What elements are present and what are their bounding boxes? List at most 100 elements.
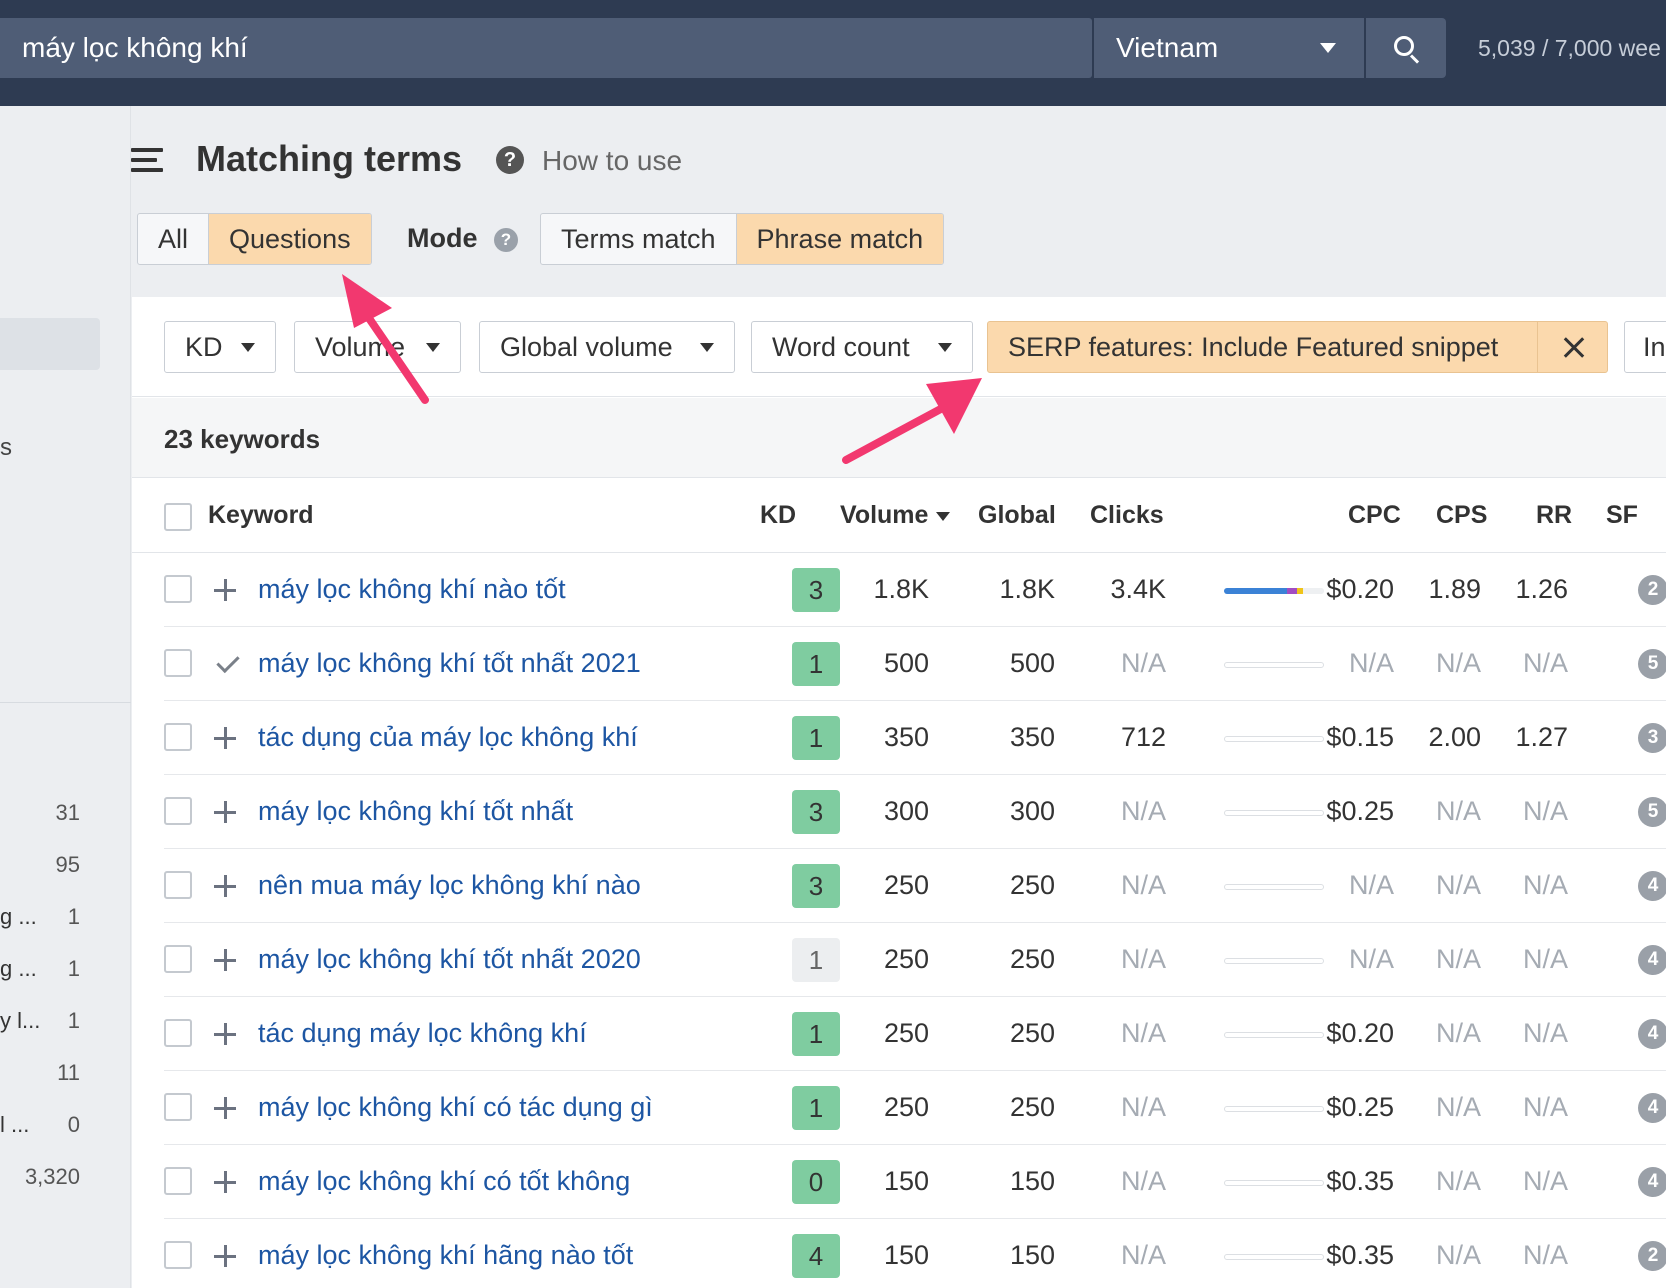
plus-icon[interactable]	[214, 1245, 236, 1267]
how-to-use-link[interactable]: How to use	[542, 145, 682, 177]
sf-count-badge[interactable]: 5	[1638, 649, 1666, 679]
kd-filter-button[interactable]: KD	[164, 321, 276, 373]
close-icon[interactable]	[1537, 322, 1607, 372]
sf-count-badge[interactable]: 4	[1638, 1093, 1666, 1123]
annotation-arrow-questions	[342, 274, 429, 404]
plus-icon[interactable]	[214, 1171, 236, 1193]
sf-count-badge[interactable]: 4	[1638, 945, 1666, 975]
cell-clicks: N/A	[1120, 648, 1166, 678]
sidebar-stat-count: 1	[67, 956, 80, 981]
tab-questions[interactable]: Questions	[208, 214, 371, 264]
cell-clicks: 3.4K	[1110, 574, 1166, 604]
row-checkbox[interactable]	[164, 649, 192, 677]
keyword-link[interactable]: máy lọc không khí có tác dụng gì	[258, 1092, 653, 1123]
word-count-filter-button[interactable]: Word count	[751, 321, 973, 373]
plus-icon[interactable]	[214, 1097, 236, 1119]
sidebar-stat-label: l ...	[0, 1112, 30, 1137]
plus-icon[interactable]	[214, 875, 236, 897]
cell-clicks: N/A	[1120, 796, 1166, 826]
cell-cps: 2.00	[1428, 722, 1481, 752]
sf-count-badge[interactable]: 4	[1638, 1019, 1666, 1049]
cell-rr: 1.27	[1515, 722, 1568, 752]
sidebar-item-active[interactable]	[0, 318, 100, 370]
question-filter-tabs: All Questions	[137, 213, 372, 265]
clicks-distribution-bar	[1224, 736, 1324, 742]
kd-badge: 0	[792, 1160, 840, 1204]
row-checkbox[interactable]	[164, 797, 192, 825]
sf-count-badge[interactable]: 5	[1638, 797, 1666, 827]
sidebar-stat-row[interactable]: g ... 1	[0, 956, 80, 986]
cell-cpc: $0.35	[1326, 1166, 1394, 1196]
tab-all[interactable]: All	[138, 214, 208, 264]
table-row: tác dụng máy lọc không khí 1 250 250 N/A $0.2…	[164, 997, 1666, 1071]
cell-global: 250	[1009, 1018, 1055, 1048]
country-select[interactable]: Vietnam	[1094, 18, 1364, 78]
cell-cps: N/A	[1435, 1240, 1481, 1270]
col-kd[interactable]: KD	[760, 501, 796, 530]
search-button[interactable]	[1366, 18, 1446, 78]
tab-terms-match[interactable]: Terms match	[541, 214, 736, 264]
check-icon[interactable]	[214, 649, 242, 677]
plus-icon[interactable]	[214, 727, 236, 749]
sf-count-badge[interactable]: 2	[1638, 1241, 1666, 1271]
sidebar-stat-row[interactable]: 31	[0, 800, 80, 830]
sort-down-icon	[936, 511, 951, 521]
sf-count-badge[interactable]: 4	[1638, 1167, 1666, 1197]
row-checkbox[interactable]	[164, 871, 192, 899]
cell-clicks: 712	[1120, 722, 1166, 752]
keyword-link[interactable]: máy lọc không khí có tốt không	[258, 1166, 630, 1197]
col-keyword[interactable]: Keyword	[208, 501, 314, 530]
row-checkbox[interactable]	[164, 1241, 192, 1269]
keyword-link[interactable]: tác dụng của máy lọc không khí	[258, 722, 638, 753]
more-filter-button[interactable]: In	[1624, 321, 1666, 373]
help-icon[interactable]: ?	[494, 228, 518, 252]
table-row: máy lọc không khí có tác dụng gì 1 250 250 N…	[164, 1071, 1666, 1145]
search-icon	[1394, 36, 1414, 56]
keyword-link[interactable]: máy lọc không khí tốt nhất 2020	[258, 944, 641, 975]
plus-icon[interactable]	[214, 801, 236, 823]
keyword-link[interactable]: nên mua máy lọc không khí nào	[258, 870, 641, 901]
sidebar-stat-row[interactable]: g ... 1	[0, 904, 80, 934]
row-checkbox[interactable]	[164, 575, 192, 603]
keyword-link[interactable]: máy lọc không khí nào tốt	[258, 574, 566, 605]
serp-features-filter[interactable]: SERP features: Include Featured snippet	[987, 321, 1608, 373]
col-volume[interactable]: Volume	[840, 501, 951, 530]
keyword-link[interactable]: máy lọc không khí tốt nhất 2021	[258, 648, 641, 679]
col-global[interactable]: Global	[978, 501, 1056, 530]
tab-phrase-match[interactable]: Phrase match	[735, 214, 944, 264]
keyword-link[interactable]: máy lọc không khí hãng nào tốt	[258, 1240, 633, 1271]
sidebar-stat-row[interactable]: y l... 1	[0, 1008, 80, 1038]
table-row: máy lọc không khí tốt nhất 2020 1 250 250 N/…	[164, 923, 1666, 997]
kd-filter-label: KD	[185, 332, 223, 362]
row-checkbox[interactable]	[164, 1093, 192, 1121]
select-all-checkbox[interactable]	[164, 503, 192, 531]
top-bar: máy lọc không khí Vietnam 5,039 / 7,000 …	[0, 0, 1666, 106]
col-cpc[interactable]: CPC	[1348, 501, 1401, 530]
col-clicks[interactable]: Clicks	[1090, 501, 1164, 530]
row-checkbox[interactable]	[164, 945, 192, 973]
plus-icon[interactable]	[214, 949, 236, 971]
keyword-link[interactable]: máy lọc không khí tốt nhất	[258, 796, 573, 827]
sf-count-badge[interactable]: 2	[1638, 575, 1666, 605]
row-checkbox[interactable]	[164, 1019, 192, 1047]
sf-count-badge[interactable]: 4	[1638, 871, 1666, 901]
row-checkbox[interactable]	[164, 723, 192, 751]
plus-icon[interactable]	[214, 579, 236, 601]
menu-icon[interactable]	[131, 148, 163, 172]
keyword-search-input[interactable]: máy lọc không khí	[0, 18, 1092, 78]
help-icon[interactable]: ?	[496, 146, 524, 174]
col-sf[interactable]: SF	[1606, 501, 1638, 530]
col-rr[interactable]: RR	[1536, 501, 1572, 530]
kd-badge: 3	[792, 790, 840, 834]
global-volume-filter-button[interactable]: Global volume	[479, 321, 735, 373]
sf-count-badge[interactable]: 3	[1638, 723, 1666, 753]
sidebar-stat-row[interactable]: l ... 0	[0, 1112, 80, 1142]
cell-rr: N/A	[1522, 870, 1568, 900]
row-checkbox[interactable]	[164, 1167, 192, 1195]
sidebar-stat-row[interactable]: 3,320	[0, 1164, 80, 1194]
keyword-link[interactable]: tác dụng máy lọc không khí	[258, 1018, 587, 1049]
plus-icon[interactable]	[214, 1023, 236, 1045]
col-cps[interactable]: CPS	[1436, 501, 1487, 530]
sidebar-stat-row[interactable]: 11	[0, 1060, 80, 1090]
sidebar-stat-row[interactable]: 95	[0, 852, 80, 882]
